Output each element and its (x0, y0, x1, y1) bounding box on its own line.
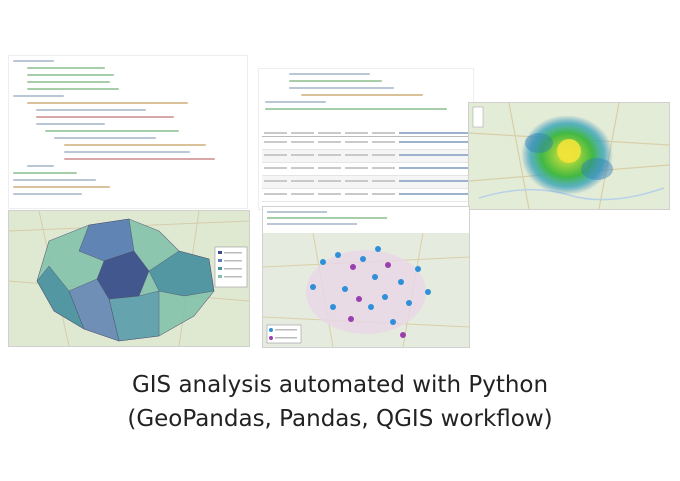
points-map (262, 206, 470, 348)
code-lines (13, 60, 243, 204)
table-row (262, 163, 470, 176)
choropleth-svg (9, 211, 249, 346)
table-row (262, 137, 470, 150)
table-row (262, 150, 470, 163)
table-header (262, 128, 470, 137)
table-row (262, 189, 470, 202)
map-legend (266, 324, 302, 344)
caption-line-2: (GeoPandas, Pandas, QGIS workflow) (127, 406, 553, 432)
code-editor-screenshot (8, 55, 248, 209)
heatmap-map (468, 102, 670, 210)
data-table (262, 128, 470, 205)
choropleth-map (8, 210, 250, 347)
heatmap-svg (469, 103, 669, 209)
table-row (262, 176, 470, 189)
points-map-svg (263, 207, 469, 347)
caption-line-1: GIS analysis automated with Python (131, 372, 549, 398)
